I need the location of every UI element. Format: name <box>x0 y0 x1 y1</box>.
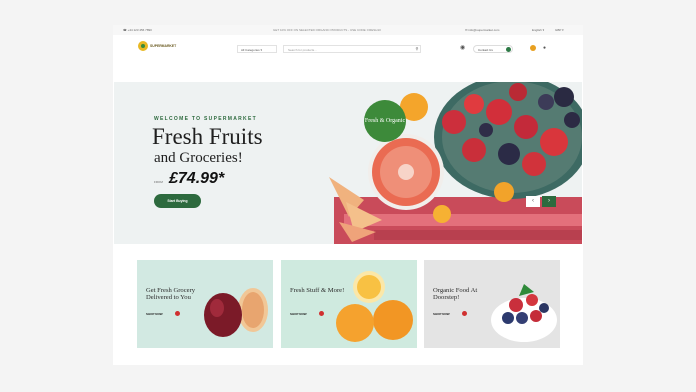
next-slide-arrow-icon[interactable]: › <box>542 196 556 207</box>
arrow-circle-icon[interactable] <box>319 311 324 316</box>
site-logo[interactable]: SUPERMARKET <box>138 41 176 51</box>
logo-icon <box>138 41 148 51</box>
promo-card-fresh[interactable]: Fresh Stuff & More! SHOP NOW <box>281 260 417 348</box>
start-buying-button[interactable]: Start Buying <box>154 194 201 208</box>
price-prefix: FROM <box>154 180 163 184</box>
promo-title: Organic Food At Doorstep! <box>433 287 478 301</box>
shop-now-link[interactable]: SHOP NOW <box>146 312 163 316</box>
email-link[interactable]: ✉ info@supermarket.com <box>465 28 499 32</box>
hero-title: Fresh Fruits <box>152 124 263 149</box>
announcement-text: GET 10% OFF ON SELECTED ORGANIC PRODUCTS… <box>273 28 381 32</box>
shop-now-link[interactable]: SHOP NOW <box>290 312 307 316</box>
hero-price: £74.99* <box>169 170 225 187</box>
prev-slide-arrow-icon[interactable]: ‹ <box>526 196 540 207</box>
language-select[interactable]: English ▾ <box>532 28 544 32</box>
promo-title: Fresh Stuff & More! <box>290 287 345 294</box>
category-select[interactable]: All Categories ▾ <box>237 45 277 53</box>
arrow-circle-icon[interactable] <box>462 311 467 316</box>
promo-produce-image <box>204 288 268 337</box>
promo-oranges-image <box>336 271 413 342</box>
location-pin-icon[interactable]: ◉ <box>460 44 465 51</box>
main-nav: HOME BEST SELLERS GROCERY PHARMACY PRODU… <box>0 66 562 141</box>
phone-number[interactable]: ☎ +44 123 456 7890 <box>123 28 152 32</box>
currency-select[interactable]: GBP ▾ <box>555 28 564 32</box>
search-icon[interactable]: ⚲ <box>414 46 420 52</box>
contact-icon <box>506 47 511 52</box>
promo-card-grocery[interactable]: Get Fresh Grocery Delivered to You SHOP … <box>137 260 273 348</box>
user-icon[interactable]: ● <box>543 45 546 51</box>
hero-eyebrow: WELCOME TO SUPERMARKET <box>154 116 257 122</box>
promo-berries-image <box>491 284 557 342</box>
promo-title: Get Fresh Grocery Delivered to You <box>146 287 196 301</box>
cart-count-icon[interactable] <box>530 45 536 51</box>
arrow-circle-icon[interactable] <box>175 311 180 316</box>
shop-now-link[interactable]: SHOP NOW <box>433 312 450 316</box>
hero-subtitle: and Groceries! <box>154 150 243 166</box>
logo-text: SUPERMARKET <box>150 44 177 48</box>
promo-card-organic[interactable]: Organic Food At Doorstep! SHOP NOW <box>424 260 560 348</box>
fresh-organic-badge: Fresh & Organic <box>364 100 406 142</box>
search-input[interactable]: Search for products... <box>283 45 421 53</box>
hero-banner: Fresh & Organic WELCOME TO SUPERMARKET F… <box>114 82 582 244</box>
top-bar: ☎ +44 123 456 7890 GET 10% OFF ON SELECT… <box>113 25 583 35</box>
